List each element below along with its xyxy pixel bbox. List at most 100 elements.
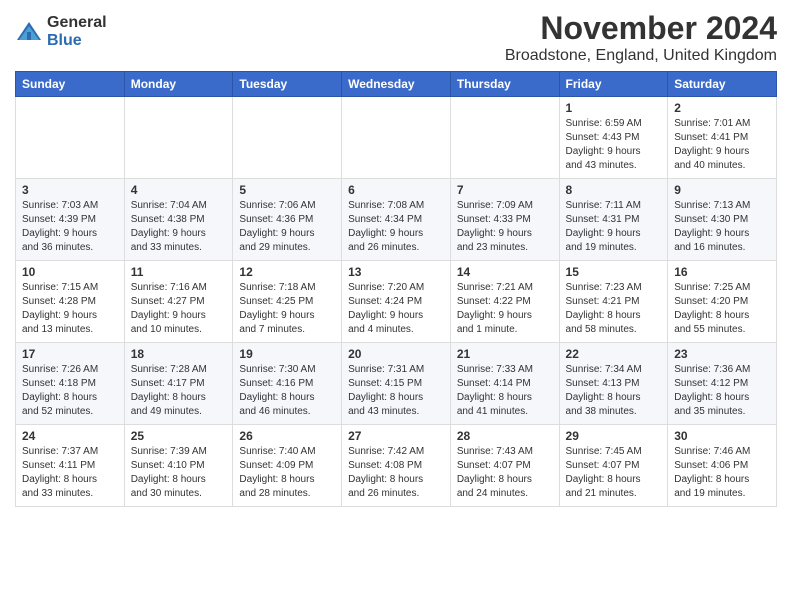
week-row-2: 10 Sunrise: 7:15 AM Sunset: 4:28 PM Dayli… (16, 261, 777, 343)
day-number: 5 (239, 183, 335, 197)
day-number: 13 (348, 265, 444, 279)
day-number: 11 (131, 265, 227, 279)
day-number: 8 (566, 183, 662, 197)
day-number: 18 (131, 347, 227, 361)
day-info: Sunrise: 7:04 AM Sunset: 4:38 PM Dayligh… (131, 199, 227, 255)
calendar-cell: 27 Sunrise: 7:42 AM Sunset: 4:08 PM Dayli… (342, 425, 451, 507)
day-number: 3 (22, 183, 118, 197)
calendar-cell: 8Sunrise: 7:11 AM Sunset: 4:31 PM Daylig… (559, 179, 668, 261)
day-info: Sunrise: 7:37 AM Sunset: 4:11 PM Dayligh… (22, 445, 118, 501)
day-info: Sunrise: 6:59 AM Sunset: 4:43 PM Dayligh… (566, 117, 662, 173)
day-info: Sunrise: 7:30 AM Sunset: 4:16 PM Dayligh… (239, 363, 335, 419)
day-number: 9 (674, 183, 770, 197)
day-info: Sunrise: 7:36 AM Sunset: 4:12 PM Dayligh… (674, 363, 770, 419)
calendar-cell: 24 Sunrise: 7:37 AM Sunset: 4:11 PM Dayli… (16, 425, 125, 507)
day-info: Sunrise: 7:23 AM Sunset: 4:21 PM Dayligh… (566, 281, 662, 337)
week-row-0: 1 Sunrise: 6:59 AM Sunset: 4:43 PM Daylig… (16, 97, 777, 179)
day-info: Sunrise: 7:33 AM Sunset: 4:14 PM Dayligh… (457, 363, 553, 419)
day-info: Sunrise: 7:21 AM Sunset: 4:22 PM Dayligh… (457, 281, 553, 337)
week-row-4: 24 Sunrise: 7:37 AM Sunset: 4:11 PM Dayli… (16, 425, 777, 507)
calendar-cell: 15 Sunrise: 7:23 AM Sunset: 4:21 PM Dayli… (559, 261, 668, 343)
day-number: 16 (674, 265, 770, 279)
calendar-cell: 4Sunrise: 7:04 AM Sunset: 4:38 PM Daylig… (124, 179, 233, 261)
day-number: 30 (674, 429, 770, 443)
day-number: 10 (22, 265, 118, 279)
calendar-table: Sunday Monday Tuesday Wednesday Thursday… (15, 71, 777, 507)
calendar-cell: 9 Sunrise: 7:13 AM Sunset: 4:30 PM Daylig… (668, 179, 777, 261)
title-section: November 2024 Broadstone, England, Unite… (505, 10, 777, 65)
calendar-cell: 18 Sunrise: 7:28 AM Sunset: 4:17 PM Dayli… (124, 343, 233, 425)
calendar-cell: 1 Sunrise: 6:59 AM Sunset: 4:43 PM Daylig… (559, 97, 668, 179)
day-info: Sunrise: 7:43 AM Sunset: 4:07 PM Dayligh… (457, 445, 553, 501)
week-row-3: 17 Sunrise: 7:26 AM Sunset: 4:18 PM Dayli… (16, 343, 777, 425)
day-number: 24 (22, 429, 118, 443)
day-info: Sunrise: 7:20 AM Sunset: 4:24 PM Dayligh… (348, 281, 444, 337)
day-number: 22 (566, 347, 662, 361)
logo-blue-text: Blue (47, 32, 107, 50)
calendar-cell: 5 Sunrise: 7:06 AM Sunset: 4:36 PM Daylig… (233, 179, 342, 261)
calendar-cell: 25 Sunrise: 7:39 AM Sunset: 4:10 PM Dayli… (124, 425, 233, 507)
day-number: 23 (674, 347, 770, 361)
calendar-cell: 30 Sunrise: 7:46 AM Sunset: 4:06 PM Dayli… (668, 425, 777, 507)
day-info: Sunrise: 7:08 AM Sunset: 4:34 PM Dayligh… (348, 199, 444, 255)
calendar-cell: 19 Sunrise: 7:30 AM Sunset: 4:16 PM Dayli… (233, 343, 342, 425)
day-info: Sunrise: 7:18 AM Sunset: 4:25 PM Dayligh… (239, 281, 335, 337)
calendar-cell (450, 97, 559, 179)
header-friday: Friday (559, 72, 668, 97)
header-thursday: Thursday (450, 72, 559, 97)
calendar-cell: 3 Sunrise: 7:03 AM Sunset: 4:39 PM Daylig… (16, 179, 125, 261)
day-info: Sunrise: 7:16 AM Sunset: 4:27 PM Dayligh… (131, 281, 227, 337)
header-saturday: Saturday (668, 72, 777, 97)
day-number: 19 (239, 347, 335, 361)
day-number: 28 (457, 429, 553, 443)
day-number: 15 (566, 265, 662, 279)
day-info: Sunrise: 7:09 AM Sunset: 4:33 PM Dayligh… (457, 199, 553, 255)
day-number: 29 (566, 429, 662, 443)
calendar-cell: 29 Sunrise: 7:45 AM Sunset: 4:07 PM Dayli… (559, 425, 668, 507)
day-info: Sunrise: 7:26 AM Sunset: 4:18 PM Dayligh… (22, 363, 118, 419)
day-number: 17 (22, 347, 118, 361)
calendar-cell: 13 Sunrise: 7:20 AM Sunset: 4:24 PM Dayli… (342, 261, 451, 343)
day-info: Sunrise: 7:15 AM Sunset: 4:28 PM Dayligh… (22, 281, 118, 337)
day-number: 7 (457, 183, 553, 197)
logo-general-text: General (47, 14, 107, 32)
day-number: 27 (348, 429, 444, 443)
day-number: 1 (566, 101, 662, 115)
day-info: Sunrise: 7:46 AM Sunset: 4:06 PM Dayligh… (674, 445, 770, 501)
logo-text: General Blue (47, 14, 107, 49)
day-info: Sunrise: 7:40 AM Sunset: 4:09 PM Dayligh… (239, 445, 335, 501)
calendar-cell: 21Sunrise: 7:33 AM Sunset: 4:14 PM Dayli… (450, 343, 559, 425)
day-info: Sunrise: 7:06 AM Sunset: 4:36 PM Dayligh… (239, 199, 335, 255)
calendar-cell: 16Sunrise: 7:25 AM Sunset: 4:20 PM Dayli… (668, 261, 777, 343)
day-info: Sunrise: 7:13 AM Sunset: 4:30 PM Dayligh… (674, 199, 770, 255)
logo-icon (15, 18, 43, 46)
day-info: Sunrise: 7:28 AM Sunset: 4:17 PM Dayligh… (131, 363, 227, 419)
calendar-cell: 6Sunrise: 7:08 AM Sunset: 4:34 PM Daylig… (342, 179, 451, 261)
day-info: Sunrise: 7:34 AM Sunset: 4:13 PM Dayligh… (566, 363, 662, 419)
calendar-cell: 22 Sunrise: 7:34 AM Sunset: 4:13 PM Dayli… (559, 343, 668, 425)
day-info: Sunrise: 7:42 AM Sunset: 4:08 PM Dayligh… (348, 445, 444, 501)
calendar-cell: 10 Sunrise: 7:15 AM Sunset: 4:28 PM Dayli… (16, 261, 125, 343)
header-row: Sunday Monday Tuesday Wednesday Thursday… (16, 72, 777, 97)
day-number: 25 (131, 429, 227, 443)
week-row-1: 3 Sunrise: 7:03 AM Sunset: 4:39 PM Daylig… (16, 179, 777, 261)
header-monday: Monday (124, 72, 233, 97)
day-number: 26 (239, 429, 335, 443)
day-info: Sunrise: 7:39 AM Sunset: 4:10 PM Dayligh… (131, 445, 227, 501)
location-title: Broadstone, England, United Kingdom (505, 47, 777, 65)
day-info: Sunrise: 7:31 AM Sunset: 4:15 PM Dayligh… (348, 363, 444, 419)
header-wednesday: Wednesday (342, 72, 451, 97)
calendar-cell: 12 Sunrise: 7:18 AM Sunset: 4:25 PM Dayli… (233, 261, 342, 343)
page: General Blue November 2024 Broadstone, E… (0, 0, 792, 612)
day-info: Sunrise: 7:45 AM Sunset: 4:07 PM Dayligh… (566, 445, 662, 501)
day-number: 20 (348, 347, 444, 361)
calendar-cell: 23 Sunrise: 7:36 AM Sunset: 4:12 PM Dayli… (668, 343, 777, 425)
day-info: Sunrise: 7:03 AM Sunset: 4:39 PM Dayligh… (22, 199, 118, 255)
calendar-cell: 26 Sunrise: 7:40 AM Sunset: 4:09 PM Dayli… (233, 425, 342, 507)
calendar-cell (124, 97, 233, 179)
day-info: Sunrise: 7:01 AM Sunset: 4:41 PM Dayligh… (674, 117, 770, 173)
month-title: November 2024 (505, 10, 777, 47)
day-number: 12 (239, 265, 335, 279)
header: General Blue November 2024 Broadstone, E… (15, 10, 777, 65)
calendar-cell: 11 Sunrise: 7:16 AM Sunset: 4:27 PM Dayli… (124, 261, 233, 343)
